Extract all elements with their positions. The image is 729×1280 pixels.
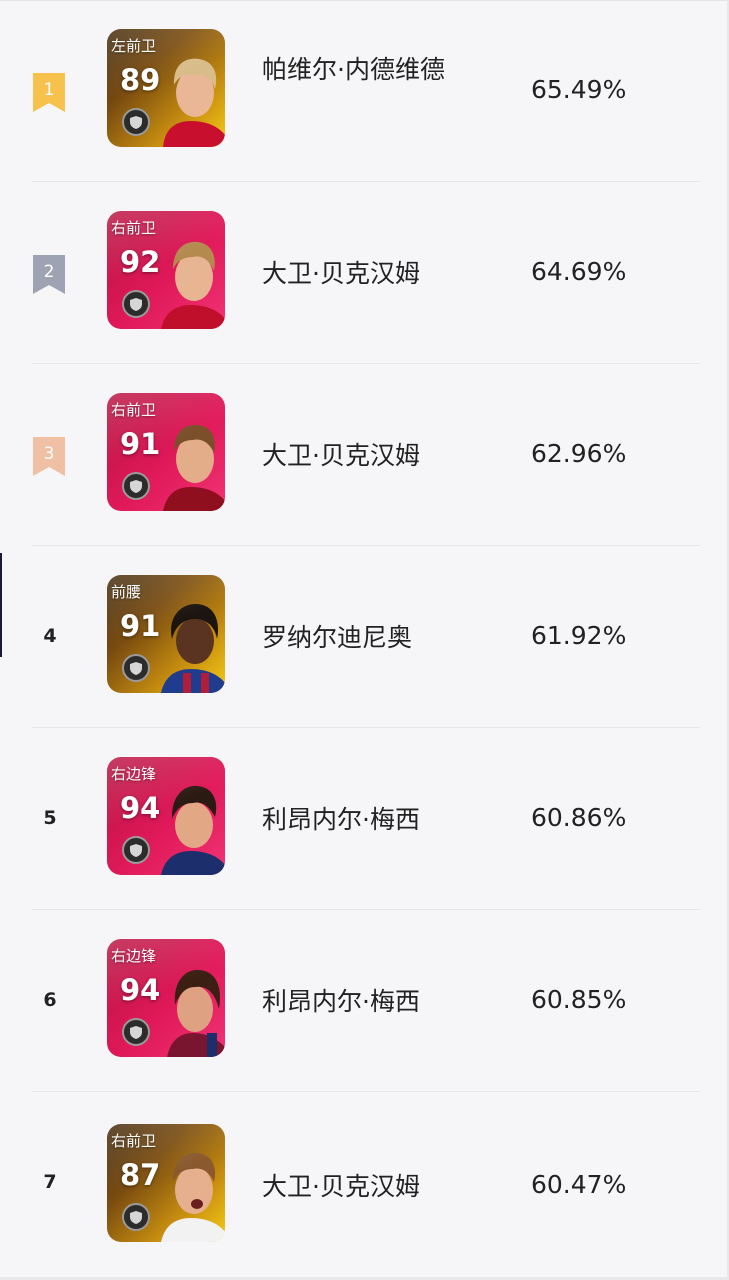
player-name: 帕维尔·内德维德: [262, 55, 445, 84]
rank-label: 2: [43, 262, 55, 282]
player-name: 大卫·贝克汉姆: [262, 441, 420, 470]
player-name: 罗纳尔迪尼奥: [262, 623, 413, 652]
player-card[interactable]: 左前卫 89: [107, 29, 225, 147]
player-card[interactable]: 右边锋 94: [107, 939, 225, 1057]
shield-icon: [122, 108, 150, 136]
player-card[interactable]: 右前卫 91: [107, 393, 225, 511]
player-rating: 94: [120, 973, 161, 1007]
pick-rate: 64.69%: [531, 257, 627, 286]
rank-badge-silver: 2: [33, 255, 65, 294]
player-rating: 92: [120, 245, 161, 279]
ranking-row[interactable]: 1 左前卫 89 帕维尔·内德维德 65.49%: [0, 0, 729, 182]
rank-label: 3: [43, 444, 55, 464]
rank-number: 7: [43, 1171, 57, 1193]
rank-badge-bronze: 3: [33, 437, 65, 476]
shield-icon: [122, 1203, 150, 1231]
player-rating: 94: [120, 791, 161, 825]
player-name: 利昂内尔·梅西: [262, 987, 420, 1016]
player-card[interactable]: 右前卫 87: [107, 1124, 225, 1242]
pick-rate: 62.96%: [531, 439, 627, 468]
player-position: 右前卫: [111, 401, 157, 419]
pick-rate: 60.86%: [531, 803, 627, 832]
shield-icon: [122, 1018, 150, 1046]
ranking-row[interactable]: 5 右边锋 94 利昂内尔·梅西 60.86%: [0, 728, 729, 910]
player-position: 右前卫: [111, 219, 157, 237]
player-rating: 87: [120, 1158, 161, 1192]
rank-number: 4: [43, 625, 57, 647]
player-position: 右边锋: [111, 947, 157, 965]
player-card[interactable]: 右边锋 94: [107, 757, 225, 875]
rank-number: 6: [43, 989, 57, 1011]
player-rating: 89: [120, 63, 161, 97]
player-card[interactable]: 右前卫 92: [107, 211, 225, 329]
player-position: 右前卫: [111, 1132, 157, 1150]
player-card[interactable]: 前腰 91: [107, 575, 225, 693]
player-rating: 91: [120, 427, 161, 461]
player-position: 右边锋: [111, 765, 157, 783]
player-rating: 91: [120, 609, 161, 643]
player-name: 大卫·贝克汉姆: [262, 259, 420, 288]
player-position: 左前卫: [111, 37, 157, 55]
pick-rate: 61.92%: [531, 621, 627, 650]
ranking-row[interactable]: 3 右前卫 91 大卫·贝克汉姆 62.96%: [0, 364, 729, 546]
ranking-row[interactable]: 4 前腰 91 罗纳尔迪尼奥 61.92%: [0, 546, 729, 728]
player-name: 大卫·贝克汉姆: [262, 1172, 420, 1201]
pick-rate: 65.49%: [531, 75, 627, 104]
player-name: 利昂内尔·梅西: [262, 805, 420, 834]
ranking-row[interactable]: 7 右前卫 87 大卫·贝克汉姆 60.47%: [0, 1092, 729, 1274]
ranking-row[interactable]: 2 右前卫 92 大卫·贝克汉姆 64.69%: [0, 182, 729, 364]
pick-rate: 60.85%: [531, 985, 627, 1014]
rank-number: 5: [43, 807, 57, 829]
shield-icon: [122, 836, 150, 864]
player-position: 前腰: [111, 583, 142, 601]
rank-badge-gold: 1: [33, 73, 65, 112]
rank-label: 1: [43, 80, 55, 100]
shield-icon: [122, 290, 150, 318]
shield-icon: [122, 654, 150, 682]
pick-rate: 60.47%: [531, 1170, 627, 1199]
ranking-row[interactable]: 6 右边锋 94 利昂内尔·梅西 60.85%: [0, 910, 729, 1092]
shield-icon: [122, 472, 150, 500]
